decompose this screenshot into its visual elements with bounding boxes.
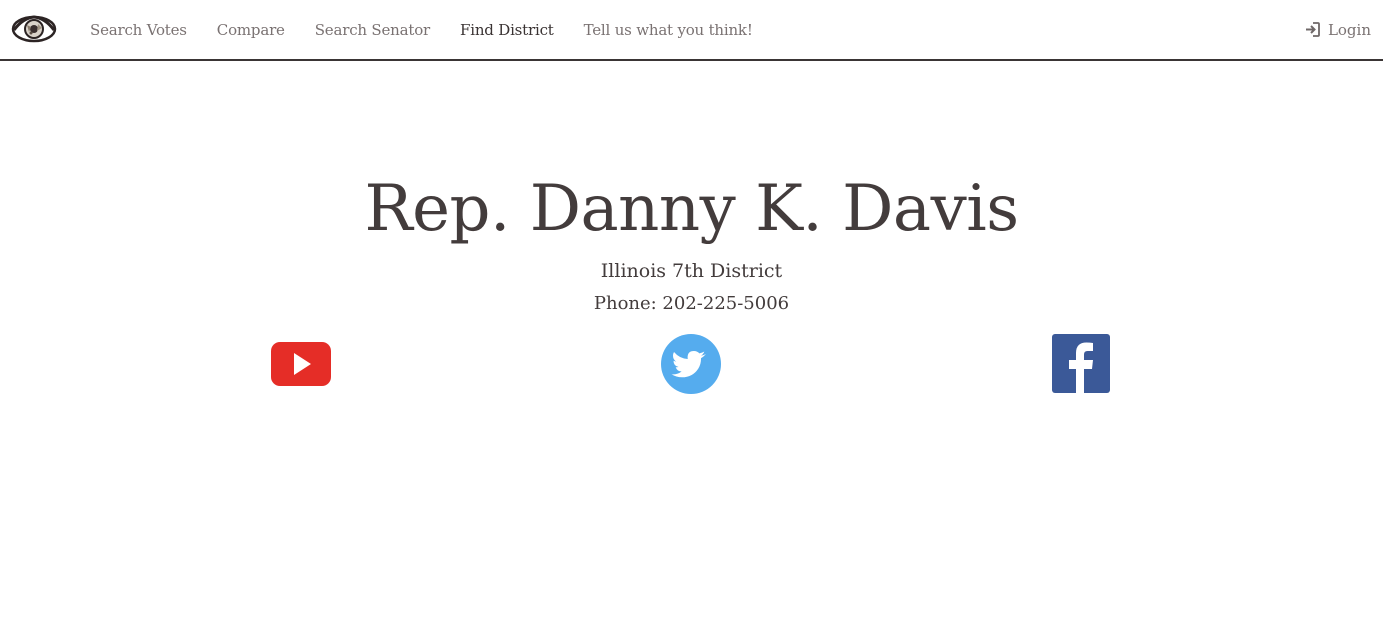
sign-in-icon (1305, 22, 1320, 37)
eye-logo-icon[interactable] (11, 13, 57, 45)
facebook-icon[interactable] (1050, 333, 1112, 395)
top-navbar: Search Votes Compare Search Senator Find… (0, 0, 1383, 61)
nav-links: Search Votes Compare Search Senator Find… (75, 0, 768, 59)
nav-compare[interactable]: Compare (202, 21, 300, 39)
representative-name: Rep. Danny K. Davis (364, 172, 1019, 246)
nav-find-district[interactable]: Find District (445, 21, 569, 39)
twitter-icon[interactable] (660, 333, 722, 395)
login-button[interactable]: Login (1304, 0, 1371, 59)
nav-feedback[interactable]: Tell us what you think! (569, 21, 768, 39)
nav-search-senator[interactable]: Search Senator (300, 21, 445, 39)
youtube-icon[interactable] (270, 333, 332, 395)
login-label: Login (1327, 20, 1371, 39)
district-label: Illinois 7th District (600, 260, 783, 282)
phone-number: Phone: 202-225-5006 (593, 293, 790, 314)
nav-search-votes[interactable]: Search Votes (75, 21, 202, 39)
